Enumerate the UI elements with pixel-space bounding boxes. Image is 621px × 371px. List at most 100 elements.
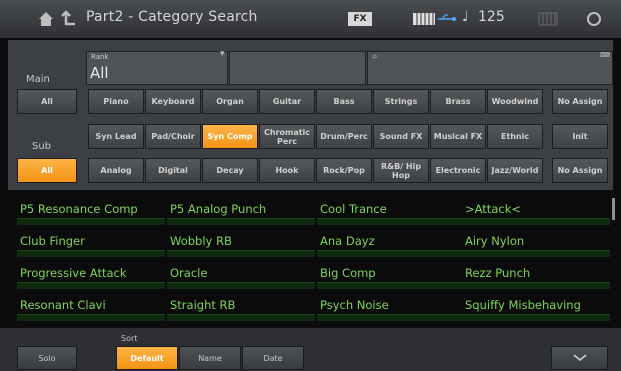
item-label: Rezz Punch bbox=[465, 266, 531, 280]
rank-caption: Rank bbox=[91, 53, 109, 61]
category-musical-fx-button[interactable]: Musical FX bbox=[430, 124, 486, 149]
item-bar bbox=[317, 282, 465, 289]
list-item[interactable]: Straight RB bbox=[167, 294, 315, 322]
item-label: Big Comp bbox=[320, 266, 376, 280]
list-item[interactable]: Big Comp bbox=[317, 262, 465, 290]
usb-icon bbox=[438, 14, 456, 21]
sub-no-assign-button[interactable]: No Assign bbox=[552, 158, 608, 183]
sub-row-label: Sub bbox=[32, 141, 52, 152]
init-button[interactable]: Init bbox=[552, 124, 608, 149]
sub-hook-button[interactable]: Hook bbox=[259, 158, 315, 183]
item-bar bbox=[462, 250, 610, 257]
tempo-note-icon: ♩ bbox=[462, 9, 469, 25]
item-label: Oracle bbox=[170, 266, 208, 280]
list-item[interactable]: Airy Nylon bbox=[462, 230, 610, 258]
category-drum-perc-button[interactable]: Drum/Perc bbox=[316, 124, 372, 149]
list-item[interactable]: Wobbly RB bbox=[167, 230, 315, 258]
category-woodwind-button[interactable]: Woodwind bbox=[487, 89, 543, 114]
scrollbar-thumb[interactable] bbox=[612, 198, 615, 220]
item-bar bbox=[317, 314, 465, 321]
keyboard-input-icon[interactable]: ⌨ bbox=[600, 51, 610, 59]
search-icon: ⌕ bbox=[372, 51, 378, 62]
list-item[interactable]: Club Finger bbox=[17, 230, 165, 258]
category-organ-button[interactable]: Organ bbox=[202, 89, 258, 114]
list-item[interactable]: Psych Noise bbox=[317, 294, 465, 322]
sort-default-button[interactable]: Default bbox=[116, 346, 178, 370]
item-bar bbox=[462, 282, 610, 289]
list-item[interactable]: Rezz Punch bbox=[462, 262, 610, 290]
list-item[interactable]: Resonant Clavi bbox=[17, 294, 165, 322]
sort-name-button[interactable]: Name bbox=[179, 346, 241, 370]
category-ethnic-button[interactable]: Ethnic bbox=[487, 124, 543, 149]
main-all-button[interactable]: All bbox=[17, 89, 77, 114]
list-item[interactable]: Ana Dayz bbox=[317, 230, 465, 258]
category-no-assign-button[interactable]: No Assign bbox=[552, 89, 608, 114]
keyboard-icon[interactable] bbox=[412, 11, 436, 27]
sub-analog-button[interactable]: Analog bbox=[88, 158, 144, 183]
page-title: Part2 - Category Search bbox=[86, 9, 258, 25]
sub-electronic-button[interactable]: Electronic bbox=[430, 158, 486, 183]
item-label: Cool Trance bbox=[320, 202, 387, 216]
item-bar bbox=[317, 250, 465, 257]
item-bar bbox=[17, 314, 165, 321]
sub-digital-button[interactable]: Digital bbox=[145, 158, 201, 183]
item-bar bbox=[462, 218, 610, 225]
return-icon[interactable] bbox=[60, 9, 80, 29]
blank-field bbox=[229, 51, 366, 85]
quick-setup-icon[interactable] bbox=[585, 10, 603, 28]
category-piano-button[interactable]: Piano bbox=[88, 89, 144, 114]
item-bar bbox=[462, 314, 610, 321]
category-chromatic-perc-button[interactable]: Chromatic Perc bbox=[259, 124, 315, 149]
sub-jazz-world-button[interactable]: Jazz/World bbox=[487, 158, 543, 183]
item-label: Wobbly RB bbox=[170, 234, 232, 248]
category-strings-button[interactable]: Strings bbox=[373, 89, 429, 114]
search-field[interactable] bbox=[367, 51, 613, 85]
sub-rnb-hiphop-button[interactable]: R&B/ Hip Hop bbox=[373, 158, 429, 183]
main-row-label: Main bbox=[26, 74, 50, 85]
item-label: Airy Nylon bbox=[465, 234, 525, 248]
sort-label: Sort bbox=[121, 334, 138, 343]
list-item[interactable]: >Attack< bbox=[462, 198, 610, 226]
item-label: P5 Analog Punch bbox=[170, 202, 267, 216]
scroll-down-button[interactable] bbox=[551, 346, 608, 370]
item-label: Squiffy Misbehaving bbox=[465, 298, 581, 312]
list-item[interactable]: Oracle bbox=[167, 262, 315, 290]
item-bar bbox=[167, 250, 315, 257]
list-item[interactable]: Progressive Attack bbox=[17, 262, 165, 290]
category-guitar-button[interactable]: Guitar bbox=[259, 89, 315, 114]
category-pad-choir-button[interactable]: Pad/Choir bbox=[145, 124, 201, 149]
solo-button[interactable]: Solo bbox=[17, 346, 77, 370]
item-bar bbox=[167, 314, 315, 321]
category-keyboard-button[interactable]: Keyboard bbox=[145, 89, 201, 114]
item-label: P5 Resonance Comp bbox=[20, 202, 138, 216]
category-brass-button[interactable]: Brass bbox=[430, 89, 486, 114]
sub-all-button[interactable]: All bbox=[17, 158, 77, 183]
category-sound-fx-button[interactable]: Sound FX bbox=[373, 124, 429, 149]
sub-decay-button[interactable]: Decay bbox=[202, 158, 258, 183]
item-bar bbox=[17, 282, 165, 289]
item-label: >Attack< bbox=[465, 202, 521, 216]
item-bar bbox=[17, 218, 165, 225]
item-label: Psych Noise bbox=[320, 298, 389, 312]
tempo-value[interactable]: 125 bbox=[478, 9, 505, 25]
item-bar bbox=[317, 218, 465, 225]
grid-icon[interactable] bbox=[538, 12, 558, 26]
list-item[interactable]: Cool Trance bbox=[317, 198, 465, 226]
list-item[interactable]: P5 Analog Punch bbox=[167, 198, 315, 226]
home-icon[interactable] bbox=[36, 9, 56, 29]
rank-dropdown-icon[interactable]: ▾ bbox=[220, 49, 225, 59]
sub-rock-pop-button[interactable]: Rock/Pop bbox=[316, 158, 372, 183]
list-item[interactable]: P5 Resonance Comp bbox=[17, 198, 165, 226]
list-item[interactable]: Squiffy Misbehaving bbox=[462, 294, 610, 322]
category-bass-button[interactable]: Bass bbox=[316, 89, 372, 114]
item-bar bbox=[167, 218, 315, 225]
item-label: Straight RB bbox=[170, 298, 236, 312]
top-bar: Part2 - Category Search FX ♩ 125 bbox=[0, 0, 621, 38]
category-syn-lead-button[interactable]: Syn Lead bbox=[88, 124, 144, 149]
item-label: Club Finger bbox=[20, 234, 85, 248]
item-label: Ana Dayz bbox=[320, 234, 375, 248]
fx-badge[interactable]: FX bbox=[348, 12, 372, 26]
category-syn-comp-button[interactable]: Syn Comp bbox=[202, 124, 258, 149]
sort-date-button[interactable]: Date bbox=[242, 346, 304, 370]
item-label: Resonant Clavi bbox=[20, 298, 106, 312]
